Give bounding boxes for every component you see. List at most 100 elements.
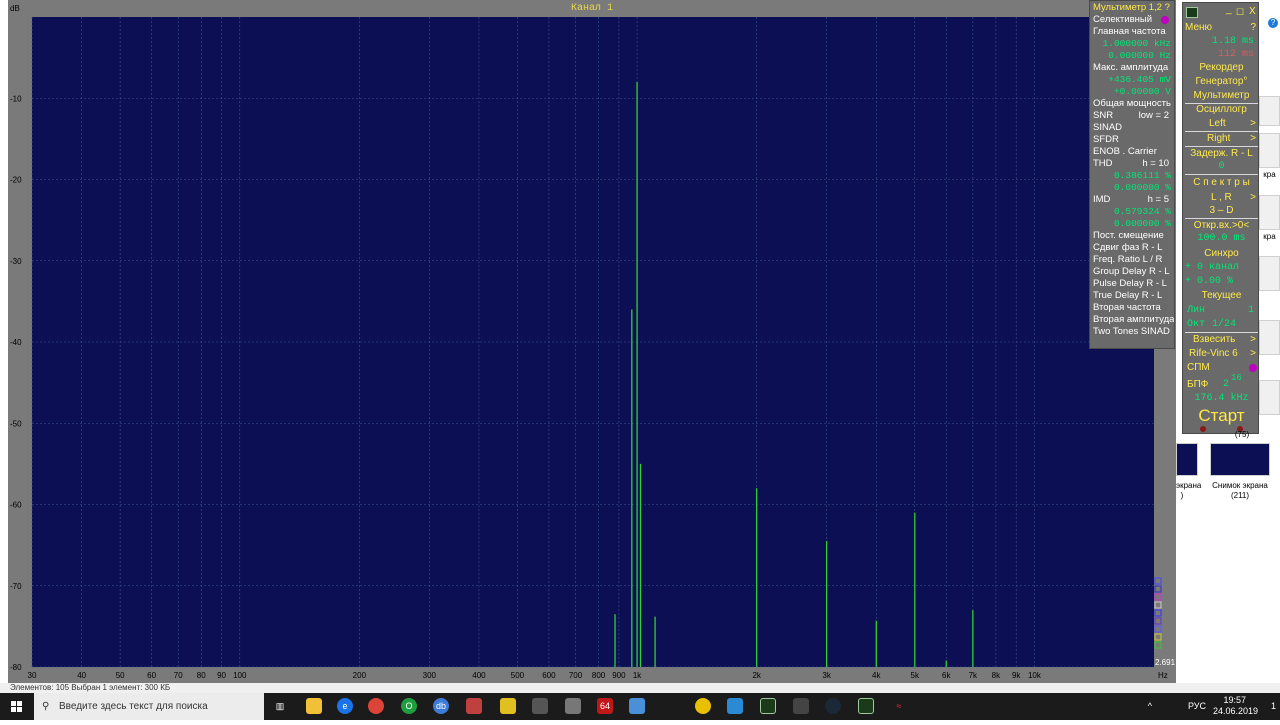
app-icon[interactable] bbox=[500, 698, 516, 714]
thumbnail-caption: кра bbox=[1263, 232, 1276, 241]
selective-indicator-icon[interactable] bbox=[1161, 16, 1169, 24]
pulse-delay-label[interactable]: Pulse Delay R - L bbox=[1093, 278, 1171, 290]
lin-row[interactable]: Лин 1 bbox=[1183, 304, 1260, 318]
sfdr-label[interactable]: SFDR bbox=[1093, 134, 1171, 146]
thumbnail[interactable] bbox=[1259, 380, 1280, 415]
spm-indicator-icon[interactable] bbox=[1249, 364, 1257, 372]
selective-mode[interactable]: Селективный bbox=[1093, 14, 1171, 26]
start-button[interactable]: Старт bbox=[1183, 406, 1260, 426]
recorder-button[interactable]: Рекордер bbox=[1183, 61, 1260, 75]
generator-button[interactable]: Генератор° bbox=[1183, 75, 1260, 89]
main-freq-value-1: 1.000000 kHz bbox=[1102, 38, 1171, 49]
second-freq-label[interactable]: Вторая частота bbox=[1093, 302, 1171, 314]
lr-button[interactable]: L , R > bbox=[1183, 191, 1260, 205]
minimize-button[interactable]: _ bbox=[1226, 3, 1232, 17]
file-explorer-icon[interactable] bbox=[306, 698, 322, 714]
screenshot-thumbnail[interactable] bbox=[1176, 443, 1198, 476]
total-power-label[interactable]: Общая мощность bbox=[1093, 98, 1171, 110]
aida64-icon[interactable]: 64 bbox=[597, 698, 613, 714]
taskbar-search-box[interactable]: ⚲ Введите здесь текст для поиска bbox=[34, 693, 264, 720]
x-tick-label: 200 bbox=[353, 671, 367, 680]
tray-arrow-icon[interactable]: ^ bbox=[1148, 701, 1152, 711]
close-button[interactable]: X bbox=[1249, 5, 1256, 19]
thumbnail[interactable] bbox=[1259, 133, 1280, 168]
language-indicator[interactable]: РУС bbox=[1188, 701, 1206, 711]
spectra-button[interactable]: С п е к т р ы bbox=[1183, 176, 1260, 190]
thumbnail[interactable] bbox=[1259, 256, 1280, 291]
thumbnail[interactable] bbox=[1259, 96, 1280, 126]
menu-button[interactable]: Меню bbox=[1185, 21, 1212, 35]
windows-start-button[interactable] bbox=[0, 693, 34, 720]
app-icon[interactable]: ≈ bbox=[891, 698, 907, 714]
edge-icon[interactable]: e bbox=[337, 698, 353, 714]
true-delay-label[interactable]: True Delay R - L bbox=[1093, 290, 1171, 302]
analyzer-app-icon[interactable] bbox=[858, 698, 874, 714]
weighting-button[interactable]: Взвесить > bbox=[1183, 333, 1260, 347]
enob-label[interactable]: ENOB . Carrier bbox=[1093, 146, 1171, 158]
app-icon[interactable] bbox=[466, 698, 482, 714]
x-tick-label: 50 bbox=[116, 671, 125, 680]
app-icon[interactable]: O bbox=[401, 698, 417, 714]
app-icon[interactable]: db bbox=[433, 698, 449, 714]
open-input-button[interactable]: Откр.вх.>0< bbox=[1183, 219, 1260, 233]
chrome-icon[interactable] bbox=[368, 698, 384, 714]
delay-button[interactable]: Задерж. R - L bbox=[1183, 147, 1260, 161]
max-amp-label[interactable]: Макс. амплитуда bbox=[1093, 62, 1171, 74]
oct-row[interactable]: Окт 1/24 bbox=[1183, 318, 1260, 332]
app-icon[interactable] bbox=[695, 698, 711, 714]
thd-row[interactable]: THD h = 10 bbox=[1093, 158, 1171, 170]
thd-value-2: 0.000000 % bbox=[1113, 182, 1171, 193]
maximize-button[interactable]: ☐ bbox=[1236, 5, 1244, 19]
oscilloscope-button[interactable]: Осциллогр bbox=[1183, 103, 1260, 117]
current-button[interactable]: Текущее bbox=[1183, 289, 1260, 303]
clock-time[interactable]: 19:57 bbox=[1223, 695, 1246, 705]
multimeter-button[interactable]: Мультиметр bbox=[1183, 89, 1260, 103]
3d-button[interactable]: 3 – D bbox=[1183, 204, 1260, 218]
sync-channel[interactable]: + 0 канал bbox=[1183, 261, 1260, 275]
freq-ratio-label[interactable]: Freq. Ratio L / R bbox=[1093, 254, 1171, 266]
dc-offset-label[interactable]: Пост. смещение bbox=[1093, 230, 1171, 242]
channel-swatch-icon bbox=[1154, 593, 1162, 601]
phase-shift-label[interactable]: Сдвиг фаз R - L bbox=[1093, 242, 1171, 254]
fft-power: 16 bbox=[1231, 373, 1242, 383]
search-icon: ⚲ bbox=[42, 701, 50, 712]
sync-level[interactable]: + 0.00 % bbox=[1183, 275, 1260, 289]
delay-value: 0 bbox=[1218, 161, 1225, 172]
spm-row[interactable]: СПМ bbox=[1183, 361, 1260, 375]
menu-row[interactable]: Меню ? bbox=[1183, 21, 1260, 35]
app-icon[interactable] bbox=[727, 698, 743, 714]
thd-value-1: 0.386111 % bbox=[1113, 170, 1171, 181]
x-tick-label: 600 bbox=[542, 671, 556, 680]
thumbnail[interactable] bbox=[1259, 320, 1280, 355]
help-icon[interactable]: ? bbox=[1268, 18, 1278, 28]
screenshot-thumbnail[interactable] bbox=[1210, 443, 1270, 476]
app-icon[interactable] bbox=[793, 698, 809, 714]
two-tones-label[interactable]: Two Tones SINAD bbox=[1093, 326, 1171, 338]
imd-row[interactable]: IMD h = 5 bbox=[1093, 194, 1171, 206]
second-amp-label[interactable]: Вторая амплитуда bbox=[1093, 314, 1174, 326]
sync-button[interactable]: Синхро bbox=[1183, 247, 1260, 261]
group-delay-label[interactable]: Group Delay R - L bbox=[1093, 266, 1171, 278]
help-button[interactable]: ? bbox=[1250, 21, 1256, 35]
app-icon[interactable] bbox=[565, 698, 581, 714]
window-button[interactable]: Rife-Vinc 6 > bbox=[1183, 347, 1260, 361]
left-channel-button[interactable]: Left > bbox=[1183, 117, 1260, 131]
clock-date[interactable]: 24.06.2019 bbox=[1213, 706, 1258, 716]
multimeter-title[interactable]: Мультиметр 1,2 ? bbox=[1093, 2, 1171, 14]
main-freq-label[interactable]: Главная частота bbox=[1093, 26, 1171, 38]
fft-row[interactable]: БПФ 2 16 bbox=[1183, 373, 1260, 392]
steam-icon[interactable] bbox=[825, 698, 841, 714]
sample-rate[interactable]: 176.4 kHz bbox=[1183, 392, 1260, 406]
app-icon[interactable] bbox=[532, 698, 548, 714]
sinad-label[interactable]: SINAD bbox=[1093, 122, 1171, 134]
analyzer-app-icon[interactable] bbox=[760, 698, 776, 714]
app-icon[interactable] bbox=[629, 698, 645, 714]
thumbnail[interactable] bbox=[1259, 195, 1280, 230]
x-tick-label: 700 bbox=[569, 671, 583, 680]
snr-row[interactable]: SNR low = 2 bbox=[1093, 110, 1171, 122]
notifications-icon[interactable]: 1 bbox=[1271, 701, 1276, 711]
right-channel-button[interactable]: Right > bbox=[1183, 132, 1260, 146]
weighting-label: Взвесить bbox=[1193, 334, 1236, 345]
y-tick-label: -60 bbox=[10, 501, 22, 510]
task-view-icon[interactable]: ▥ bbox=[272, 698, 288, 714]
